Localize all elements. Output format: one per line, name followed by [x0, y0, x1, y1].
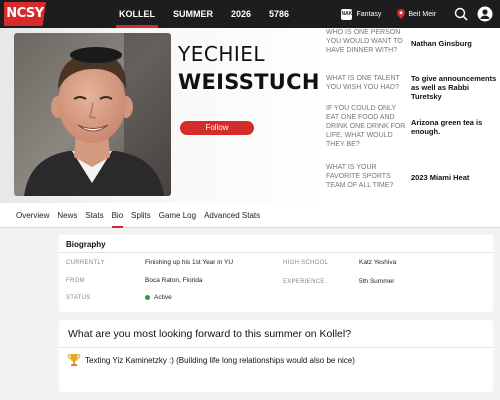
map-pin-icon [397, 9, 406, 19]
high-school-value: Katz Yeshiva [359, 259, 397, 266]
player-last-name: WEISSTUCH [178, 70, 320, 94]
nav-link-5786[interactable]: 5786 [260, 0, 298, 28]
status-label: STATUS [66, 295, 91, 301]
biography-card: Biography CURRENTLY Finishing up his 1st… [59, 235, 493, 312]
search-button[interactable] [452, 5, 470, 23]
player-qa-panel: WHO IS ONE PERSON YOU WOULD WANT TO HAVE… [326, 28, 500, 203]
biography-title: Biography [66, 240, 106, 249]
from-value: Boca Raton, Florida [145, 277, 203, 284]
player-photo [14, 33, 171, 196]
tab-news[interactable]: News [57, 203, 77, 228]
currently-label: CURRENTLY [66, 260, 105, 266]
qa-question: WHO IS ONE PERSON YOU WOULD WANT TO HAVE… [326, 29, 403, 54]
divider [59, 252, 493, 253]
nav-link-2026[interactable]: 2026 [222, 0, 260, 28]
tab-advanced-stats[interactable]: Advanced Stats [204, 203, 260, 228]
divider [59, 347, 493, 348]
tab-bio[interactable]: Bio [111, 203, 123, 228]
player-hero: YECHIEL WEISSTUCH Follow WHO IS ONE PERS… [0, 28, 500, 203]
qa-answer: To give announcements as well as Rabbi T… [411, 74, 497, 101]
nav-link-kollel[interactable]: KOLLEL [110, 0, 164, 28]
status-dot-icon [145, 294, 150, 300]
account-button[interactable] [476, 5, 494, 23]
currently-value: Finishing up his 1st Year in YU [145, 259, 234, 266]
status-value: Active [145, 294, 172, 301]
follow-button[interactable]: Follow [180, 121, 254, 135]
user-avatar-icon [477, 6, 493, 22]
qa-question: WHAT IS YOUR FAVORITE SPORTS TEAM OF ALL… [326, 164, 394, 189]
nav-link-summer[interactable]: SUMMER [164, 0, 222, 28]
experience-value: 5th Summer [359, 278, 395, 285]
top-nav: NCSY KOLLEL SUMMER 2026 5786 NAK Fantasy… [0, 0, 500, 28]
trophy-icon [67, 354, 81, 366]
tab-game-log[interactable]: Game Log [159, 203, 196, 228]
status-text: Active [154, 294, 172, 301]
search-icon [454, 7, 468, 21]
qa-answer: Arizona green tea is enough. [411, 118, 483, 136]
nav-links: KOLLEL SUMMER 2026 5786 [110, 0, 298, 28]
fantasy-badge-icon: NAK [341, 8, 353, 20]
qa-answer: Nathan Ginsburg [411, 39, 472, 48]
fantasy-label: Fantasy [356, 10, 382, 18]
experience-label: EXPERIENCE [283, 279, 325, 285]
qa-question: WHAT IS ONE TALENT YOU WISH YOU HAD? [326, 75, 400, 91]
location-label: Beit Meir [408, 10, 436, 18]
question-card: What are you most looking forward to thi… [59, 320, 493, 392]
question-answer-text: Texting Yiz Kaminetzky :) (Building life… [85, 355, 355, 365]
high-school-label: HIGH SCHOOL [283, 260, 329, 266]
question-title: What are you most looking forward to thi… [68, 328, 352, 340]
question-answer: Texting Yiz Kaminetzky :) (Building life… [67, 353, 355, 367]
tab-splits[interactable]: Splits [131, 203, 151, 228]
player-first-name: YECHIEL [178, 42, 266, 66]
ncsy-logo[interactable]: NCSY [4, 2, 46, 26]
from-label: FROM [66, 278, 85, 284]
qa-question: IF YOU COULD ONLY EAT ONE FOOD AND DRINK… [326, 105, 406, 148]
qa-answer: 2023 Miami Heat [411, 173, 470, 182]
tab-stats[interactable]: Stats [85, 203, 103, 228]
location-link[interactable]: Beit Meir [397, 9, 436, 19]
profile-tabs: Overview News Stats Bio Splits Game Log … [0, 203, 500, 228]
tab-overview[interactable]: Overview [16, 203, 49, 228]
fantasy-link[interactable]: NAK Fantasy [341, 8, 382, 20]
nav-right: NAK Fantasy Beit Meir [341, 0, 500, 28]
